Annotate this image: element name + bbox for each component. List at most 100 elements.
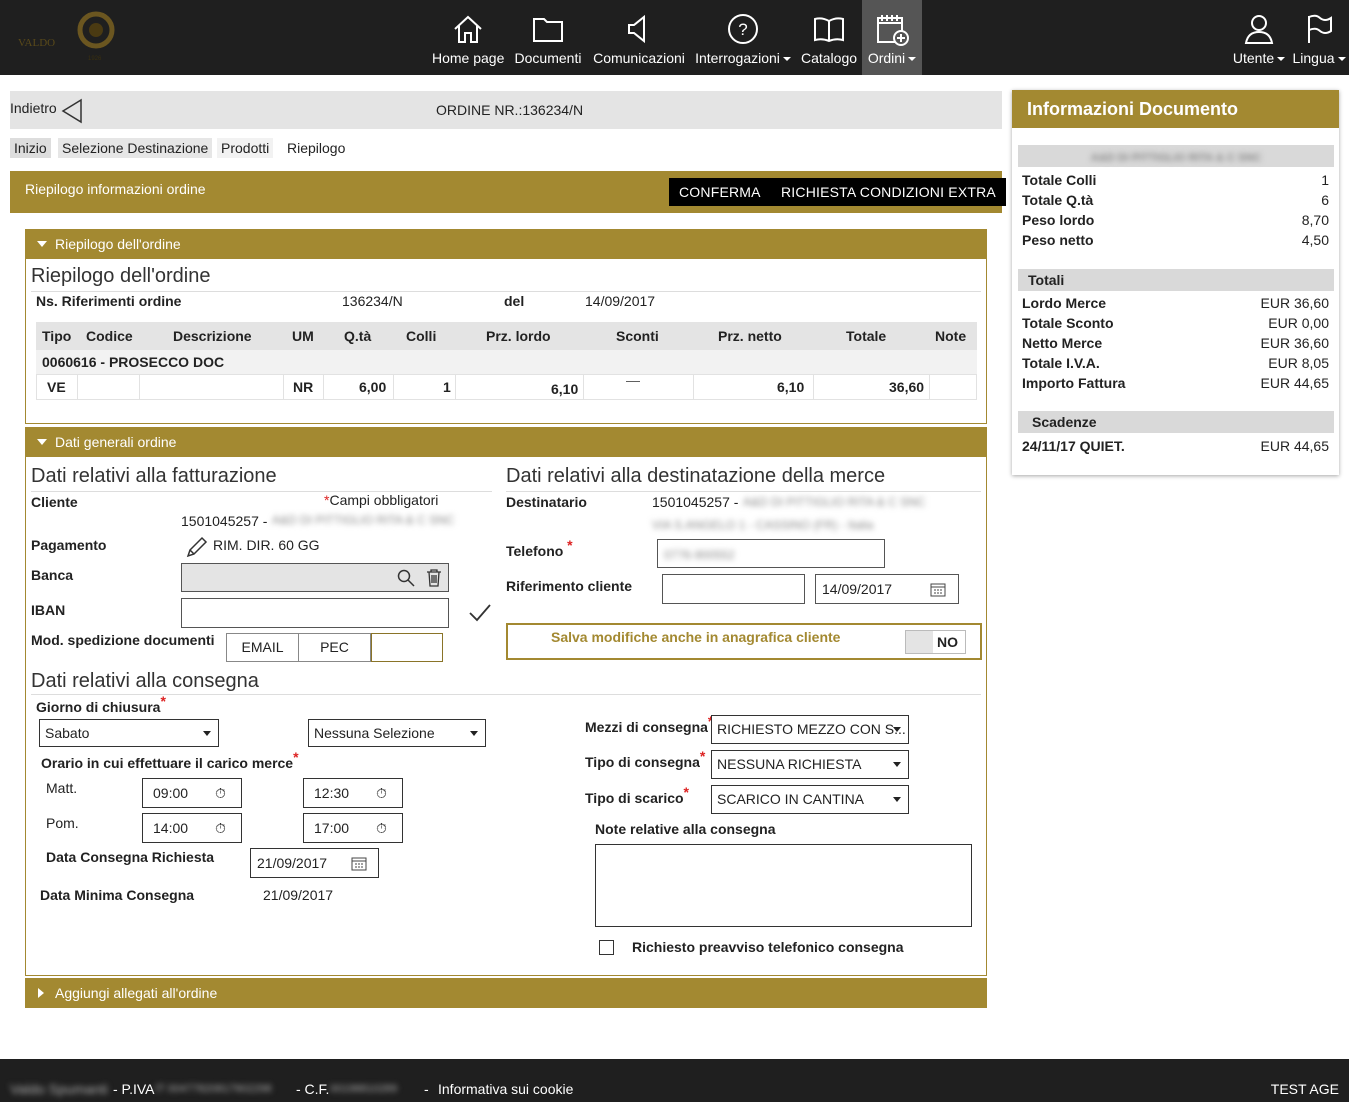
nav-ordini[interactable]: Ordini bbox=[862, 0, 922, 75]
save-to-registry-label: Salva modifiche anche in anagrafica clie… bbox=[551, 629, 841, 645]
col-sconti: Sconti bbox=[616, 328, 659, 344]
nav-catalogo[interactable]: Catalogo bbox=[799, 0, 859, 75]
brand-logo[interactable]: VALDO 1926 bbox=[14, 10, 124, 65]
iban-input[interactable] bbox=[181, 598, 449, 628]
chevron-down-icon bbox=[908, 57, 917, 62]
morning-to-input[interactable]: 12:30 ⏱ bbox=[303, 778, 403, 808]
clock-icon[interactable]: ⏱ bbox=[376, 779, 387, 807]
delivery-means-value: RICHIESTO MEZZO CON S... bbox=[717, 721, 906, 737]
closing-day-select[interactable]: Sabato bbox=[39, 719, 219, 747]
closing-day-select-2[interactable]: Nessuna Selezione bbox=[308, 719, 486, 747]
bank-field[interactable] bbox=[181, 563, 449, 592]
shipping-docs-email[interactable]: EMAIL bbox=[226, 633, 299, 662]
recipient-label: Destinatario bbox=[506, 494, 587, 510]
col-tipo: Tipo bbox=[42, 328, 72, 344]
nav-home[interactable]: Home page bbox=[432, 0, 504, 75]
breadcrumb-prodotti[interactable]: Prodotti bbox=[217, 138, 274, 158]
footer-separator: - bbox=[424, 1081, 429, 1097]
totals-value: EUR 0,00 bbox=[1268, 315, 1329, 331]
doc-info-label: Peso lordo bbox=[1022, 212, 1095, 228]
check-icon[interactable] bbox=[468, 603, 492, 623]
order-number-title: ORDINE NR.:136234/N bbox=[436, 102, 584, 118]
shipping-docs-postel[interactable]: POSTEL bbox=[371, 633, 443, 662]
client-ref-input[interactable] bbox=[662, 574, 805, 604]
payment-value: RIM. DIR. 60 GG bbox=[213, 537, 320, 553]
order-summary-toggle[interactable]: Riepilogo dell'ordine bbox=[25, 229, 987, 259]
clock-icon[interactable]: ⏱ bbox=[215, 814, 226, 842]
cell-prz-lordo: 6,10 bbox=[551, 381, 579, 397]
nav-interrogazioni-label: Interrogazioni bbox=[695, 50, 780, 66]
delivery-type-label: Tipo di consegna* bbox=[585, 748, 706, 770]
footer-piva-value: IT 00477820817902298 bbox=[155, 1083, 272, 1095]
delivery-means-label: Mezzi di consegna* bbox=[585, 713, 713, 735]
chevron-down-icon bbox=[893, 762, 901, 767]
document-customer: A&D DI PITTIGLIO RITA & C SNC bbox=[1018, 145, 1334, 167]
delivery-means-select[interactable]: RICHIESTO MEZZO CON S... bbox=[711, 715, 909, 744]
cell-qta: 6,00 bbox=[359, 379, 387, 395]
doc-info-label: Peso netto bbox=[1022, 232, 1094, 248]
due-title: Scadenze bbox=[1018, 411, 1334, 433]
requested-date-input[interactable]: 21/09/2017 bbox=[250, 848, 379, 878]
megaphone-icon bbox=[628, 14, 645, 44]
home-icon bbox=[454, 15, 482, 43]
back-button[interactable]: Indietro bbox=[10, 98, 82, 124]
phone-input[interactable]: 0776-900552 bbox=[657, 539, 885, 568]
closing-day-label-text: Giorno di chiusura bbox=[36, 699, 161, 715]
cell-prz-netto: 6,10 bbox=[777, 379, 805, 395]
extra-conditions-button[interactable]: RICHIESTA CONDIZIONI EXTRA bbox=[771, 178, 1006, 206]
delivery-type-select[interactable]: NESSUNA RICHIESTA bbox=[711, 750, 909, 779]
calendar-icon[interactable] bbox=[351, 856, 367, 871]
nav-user[interactable]: Utente bbox=[1230, 0, 1288, 75]
trash-icon[interactable] bbox=[426, 569, 442, 587]
nav-language[interactable]: Lingua bbox=[1291, 0, 1347, 75]
morning-to-value: 12:30 bbox=[314, 785, 350, 801]
general-data-toggle[interactable]: Dati generali ordine bbox=[25, 427, 987, 457]
nav-comunicazioni[interactable]: Comunicazioni bbox=[591, 0, 687, 75]
top-navbar: VALDO 1926 Home page Documenti Comunicaz… bbox=[0, 0, 1349, 75]
clock-icon[interactable]: ⏱ bbox=[215, 779, 226, 807]
calendar-icon[interactable] bbox=[930, 582, 946, 597]
afternoon-from-input[interactable]: 14:00 ⏱ bbox=[142, 813, 242, 843]
afternoon-label: Pom. bbox=[46, 815, 79, 831]
breadcrumb-inizio[interactable]: Inizio bbox=[10, 138, 51, 158]
attachments-toggle[interactable]: Aggiungi allegati all'ordine bbox=[25, 978, 987, 1008]
chevron-down-icon bbox=[893, 727, 901, 732]
unload-type-select[interactable]: SCARICO IN CANTINA bbox=[711, 785, 909, 814]
totals-label: Netto Merce bbox=[1022, 335, 1103, 351]
client-ref-date-input[interactable]: 14/09/2017 bbox=[815, 574, 959, 604]
cookie-policy-link[interactable]: Informativa sui cookie bbox=[438, 1059, 573, 1119]
clock-icon[interactable]: ⏱ bbox=[376, 814, 387, 842]
closing-day-value: Sabato bbox=[45, 725, 90, 741]
nav-interrogazioni[interactable]: ? Interrogazioni bbox=[694, 0, 792, 75]
shipping-docs-pec[interactable]: PEC bbox=[298, 633, 371, 662]
nav-ordini-label: Ordini bbox=[867, 50, 906, 66]
question-icon: ? bbox=[728, 14, 758, 44]
chevron-down-icon bbox=[893, 797, 901, 802]
pencil-icon[interactable] bbox=[185, 535, 209, 559]
search-icon[interactable] bbox=[397, 569, 415, 587]
nav-documenti[interactable]: Documenti bbox=[512, 0, 584, 75]
breadcrumb-destinazione[interactable]: Selezione Destinazione bbox=[58, 138, 213, 158]
doc-info-row: Totale Colli 1 bbox=[1022, 170, 1329, 190]
morning-from-input[interactable]: 09:00 ⏱ bbox=[142, 778, 242, 808]
nav-language-label: Lingua bbox=[1292, 50, 1335, 66]
totals-row: Lordo Merce EUR 36,60 bbox=[1022, 293, 1329, 313]
save-to-registry-toggle[interactable]: NO bbox=[905, 630, 966, 654]
cell-tipo: VE bbox=[47, 379, 66, 395]
destination-heading: Dati relativi alla destinatazione della … bbox=[506, 465, 886, 487]
phone-notice-checkbox[interactable] bbox=[599, 940, 614, 955]
phone-label-text: Telefono bbox=[506, 543, 564, 559]
environment-label: TEST AGE bbox=[1270, 1081, 1339, 1097]
nav-user-label: Utente bbox=[1232, 50, 1275, 66]
cell-colli: 1 bbox=[443, 379, 451, 395]
expand-icon bbox=[38, 988, 44, 998]
confirm-button[interactable]: CONFERMA bbox=[669, 178, 771, 206]
afternoon-to-input[interactable]: 17:00 ⏱ bbox=[303, 813, 403, 843]
delivery-notes-textarea[interactable] bbox=[595, 844, 972, 927]
product-title: 0060616 - PROSECCO DOC bbox=[42, 354, 225, 370]
doc-info-value: 8,70 bbox=[1301, 212, 1329, 228]
chevron-down-icon bbox=[470, 731, 478, 736]
totals-value: EUR 36,60 bbox=[1260, 295, 1329, 311]
phone-value: 0776-900552 bbox=[664, 548, 735, 562]
back-label: Indietro bbox=[10, 100, 57, 116]
